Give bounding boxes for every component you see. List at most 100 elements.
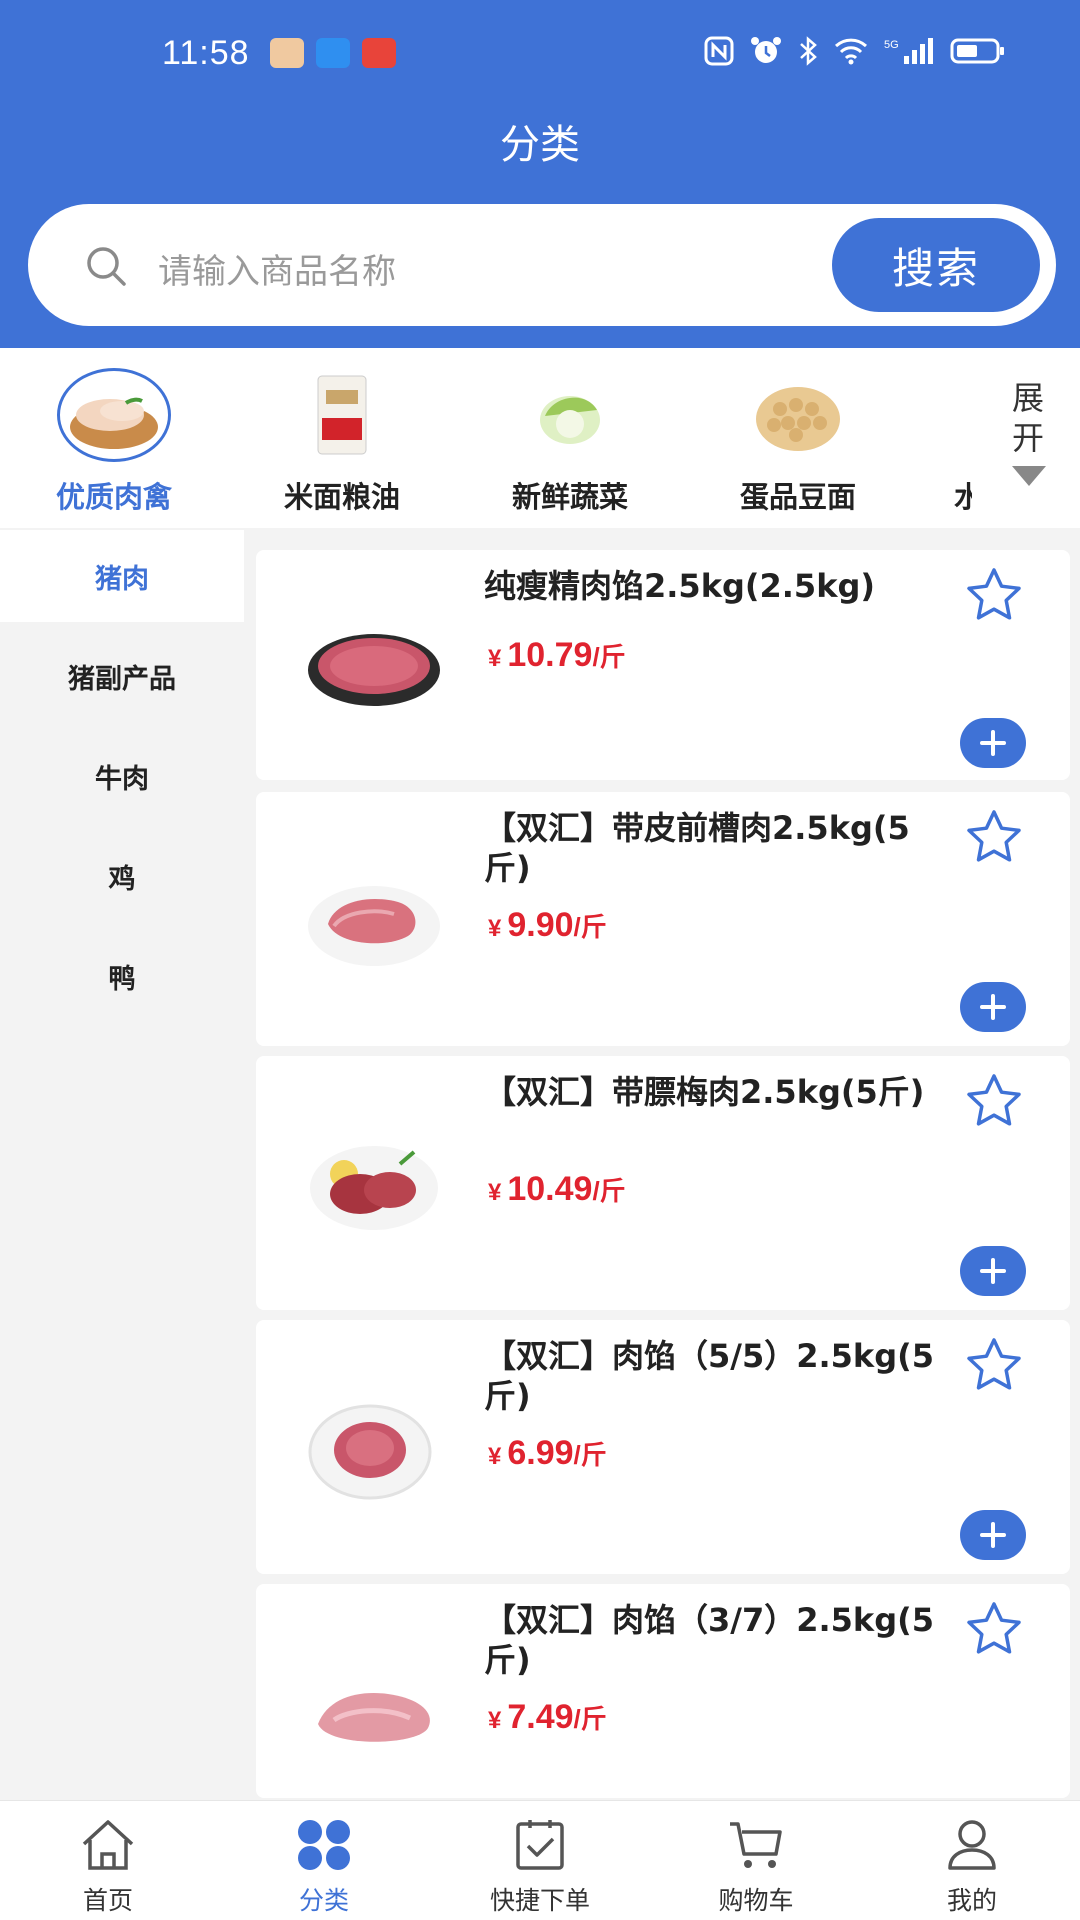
plus-icon (980, 1258, 1006, 1284)
sidebar-item-beef[interactable]: 牛肉 (0, 730, 244, 822)
status-time: 11:58 (162, 34, 250, 72)
nav-label: 我的 (946, 1886, 997, 1915)
add-to-cart-button[interactable] (960, 1246, 1026, 1296)
app-notification-icon (270, 38, 304, 68)
price-unit: /斤 (592, 1176, 626, 1206)
category-item-vegetables[interactable]: 新鲜蔬菜 (456, 348, 684, 528)
favorite-star-icon[interactable] (964, 566, 1024, 622)
bluetooth-icon (798, 36, 818, 66)
product-name: 【双汇】肉馅（5/5）2.5kg(5斤) (484, 1337, 934, 1415)
product-price: ¥9.90/斤 (488, 906, 607, 945)
product-card[interactable]: 【双汇】带皮前槽肉2.5kg(5斤) ¥9.90/斤 (256, 792, 1070, 1046)
home-icon (76, 1815, 140, 1875)
product-name: 【双汇】带皮前槽肉2.5kg(5斤) (484, 809, 910, 887)
price-value: 9.90 (507, 906, 574, 944)
product-card[interactable]: 【双汇】带膘梅肉2.5kg(5斤) ¥10.49/斤 (256, 1056, 1070, 1310)
nfc-icon (704, 36, 734, 66)
sidebar-item-pork[interactable]: 猪肉 (0, 530, 244, 622)
cart-icon (724, 1815, 788, 1875)
alarm-icon (750, 36, 782, 66)
price-unit: /斤 (573, 1440, 607, 1470)
profile-icon (940, 1815, 1004, 1875)
price-unit: /斤 (573, 1704, 607, 1734)
price-currency: ¥ (488, 915, 502, 942)
product-card[interactable]: 【双汇】肉馅（3/7）2.5kg(5斤) ¥7.49/斤 (256, 1584, 1070, 1798)
product-card[interactable]: 【双汇】肉馅（5/5）2.5kg(5斤) ¥6.99/斤 (256, 1320, 1070, 1574)
product-name: 【双汇】带膘梅肉2.5kg(5斤) (484, 1073, 925, 1111)
price-currency: ¥ (488, 1179, 502, 1206)
minced-pork-image (304, 1668, 444, 1760)
favorite-star-icon[interactable] (964, 808, 1024, 864)
search-button[interactable]: 搜索 (832, 218, 1040, 312)
product-name: 纯瘦精肉馅2.5kg(2.5kg) (484, 567, 876, 605)
nav-label: 首页 (82, 1886, 133, 1915)
nav-label: 分类 (298, 1886, 349, 1915)
minced-lean-pork-image (304, 620, 444, 712)
wifi-icon (834, 36, 868, 66)
product-price: ¥7.49/斤 (488, 1698, 607, 1737)
minced-pork-plate-image (304, 1400, 444, 1500)
category-label: 优质肉禽 (55, 480, 172, 514)
favorite-star-icon[interactable] (964, 1072, 1024, 1128)
nav-profile[interactable]: 我的 (864, 1801, 1080, 1920)
price-currency: ¥ (488, 1707, 502, 1734)
plus-icon (980, 994, 1006, 1020)
pork-collar-image (304, 1134, 444, 1230)
plus-icon (980, 730, 1006, 756)
category-label: 水 (954, 480, 972, 514)
sidebar-item-chicken[interactable]: 鸡 (0, 830, 244, 922)
nav-quick-order[interactable]: 快捷下单 (432, 1801, 648, 1920)
product-price: ¥6.99/斤 (488, 1434, 607, 1473)
category-label: 米面粮油 (283, 480, 400, 514)
nav-label: 购物车 (718, 1886, 794, 1915)
price-unit: /斤 (573, 912, 607, 942)
quick-order-icon (508, 1815, 572, 1875)
cabbage-image (513, 368, 627, 462)
price-currency: ¥ (488, 1443, 502, 1470)
add-to-cart-button[interactable] (960, 982, 1026, 1032)
favorite-star-icon[interactable] (964, 1336, 1024, 1392)
search-input[interactable]: 请输入商品名称 (158, 244, 396, 293)
status-bar: 11:58 5G (0, 0, 1080, 110)
plus-icon (980, 1522, 1006, 1548)
sidebar-item-pork-byproducts[interactable]: 猪副产品 (0, 630, 244, 722)
product-price: ¥10.79/斤 (488, 636, 626, 675)
poultry-image (57, 368, 171, 462)
category-icon (292, 1815, 356, 1875)
bottom-navigation: 首页 分类 快捷下单 购物车 我的 (0, 1800, 1080, 1920)
nav-label: 快捷下单 (489, 1886, 590, 1915)
pork-shoulder-image (304, 876, 444, 968)
subcategory-sidebar: 猪肉 猪副产品 牛肉 鸡 鸭 (0, 530, 244, 1800)
signal-icon: 5G (884, 36, 934, 66)
nav-cart[interactable]: 购物车 (648, 1801, 864, 1920)
add-to-cart-button[interactable] (960, 718, 1026, 768)
rice-bag-image (285, 368, 399, 462)
soybean-image (741, 368, 855, 462)
price-currency: ¥ (488, 645, 502, 672)
product-name: 【双汇】肉馅（3/7）2.5kg(5斤) (484, 1601, 934, 1679)
price-value: 7.49 (507, 1698, 574, 1736)
nav-home[interactable]: 首页 (0, 1801, 216, 1920)
category-item-eggs-beans[interactable]: 蛋品豆面 (684, 348, 912, 528)
app-notification-icon (362, 38, 396, 68)
chevron-down-icon[interactable] (1012, 466, 1046, 486)
search-icon (84, 244, 128, 292)
expand-categories-button[interactable]: 展开 (1008, 378, 1048, 458)
app-notification-icon (316, 38, 350, 68)
category-strip: 优质肉禽 米面粮油 新鲜蔬菜 蛋品豆面 水 (0, 348, 1080, 528)
battery-icon (950, 36, 1006, 66)
product-price: ¥10.49/斤 (488, 1170, 626, 1209)
category-item-partial[interactable]: 水 (912, 348, 972, 528)
add-to-cart-button[interactable] (960, 1510, 1026, 1560)
price-unit: /斤 (592, 642, 626, 672)
category-label: 蛋品豆面 (739, 480, 856, 514)
page-title: 分类 (500, 122, 580, 168)
sidebar-item-duck[interactable]: 鸭 (0, 930, 244, 1022)
product-card[interactable]: 纯瘦精肉馅2.5kg(2.5kg) ¥10.79/斤 (256, 550, 1070, 780)
network-type: 5G (884, 39, 899, 51)
category-item-poultry[interactable]: 优质肉禽 (0, 348, 228, 528)
favorite-star-icon[interactable] (964, 1600, 1024, 1656)
nav-category[interactable]: 分类 (216, 1801, 432, 1920)
category-item-grain-oil[interactable]: 米面粮油 (228, 348, 456, 528)
category-label: 新鲜蔬菜 (511, 480, 628, 514)
